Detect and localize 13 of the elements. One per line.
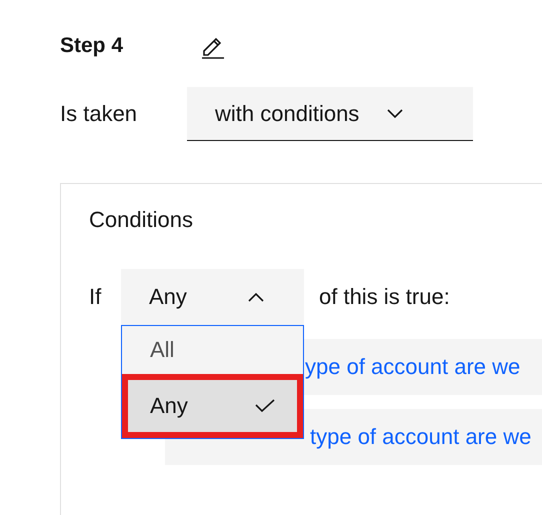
chevron-down-icon <box>387 108 404 118</box>
step-title: Step 4 <box>60 34 124 58</box>
check-icon <box>255 399 275 413</box>
condition-select[interactable]: with conditions <box>187 87 473 141</box>
condition-link[interactable]: type of account are we <box>310 424 532 450</box>
taken-label: Is taken <box>60 101 138 127</box>
if-label: If <box>89 284 102 310</box>
menu-option[interactable]: Any <box>122 374 303 438</box>
condition-link[interactable]: ype of account are we <box>305 354 520 380</box>
quantifier-dropdown[interactable]: Any <box>121 269 304 325</box>
condition-suffix: of this is true: <box>319 284 450 310</box>
conditions-heading: Conditions <box>89 207 194 233</box>
chevron-up-icon <box>248 292 264 302</box>
